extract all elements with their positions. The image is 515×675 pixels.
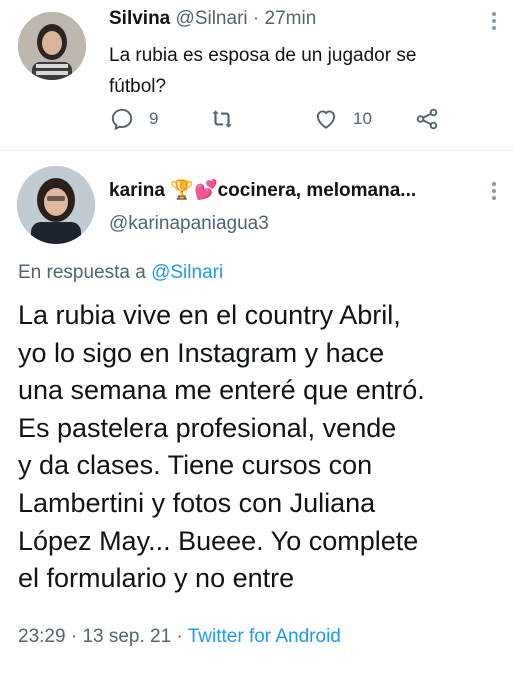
share-icon	[416, 108, 438, 130]
tweet-text-line: una semana me enteré que entró.	[18, 375, 425, 406]
trophy-icon: 🏆	[170, 180, 194, 201]
tweet-text-line: Lambertini y fotos con Juliana	[18, 487, 376, 518]
share-button[interactable]	[414, 106, 440, 132]
timestamp[interactable]: 27min	[265, 8, 317, 29]
more-options-icon[interactable]	[491, 12, 497, 30]
reply-prefix: En respuesta a	[18, 262, 146, 283]
display-name-bio[interactable]: cocinera, melomana...	[218, 180, 417, 201]
author-name[interactable]: Silvina	[109, 8, 170, 29]
tweet-original[interactable]: Silvina @Silnari · 27min La rubia es esp…	[0, 0, 515, 150]
author-handle[interactable]: @Silnari	[176, 8, 248, 29]
more-options-icon[interactable]	[491, 182, 497, 200]
tweet-text: La rubia es esposa de un jugador se fútb…	[109, 45, 417, 97]
author-handle[interactable]: @karinapaniagua3	[109, 213, 269, 235]
tweet-text-line: yo lo sigo en Instagram y hace	[18, 337, 385, 368]
avatar[interactable]	[18, 12, 86, 80]
tweet-text-line: el formulario y no entre	[18, 563, 295, 594]
tweet-text-line: La rubia vive en el country Abril,	[18, 300, 401, 330]
avatar-silvina-image	[18, 12, 86, 80]
like-button[interactable]: 10	[313, 106, 372, 132]
tweet1-header: Silvina @Silnari · 27min	[109, 8, 316, 30]
avatar[interactable]	[17, 166, 95, 244]
hearts-icon: 💕	[193, 180, 218, 201]
action-bar: 9 10	[109, 106, 469, 136]
like-count: 10	[353, 109, 372, 128]
author-name[interactable]: karina	[109, 180, 165, 201]
tweet-meta: 23:29 · 13 sep. 21 · Twitter for Android	[18, 626, 341, 647]
retweet-button[interactable]	[209, 106, 235, 132]
retweet-icon	[212, 110, 232, 128]
avatar-karina-image	[17, 166, 95, 244]
tweet-text-line: López May... Bueee. Yo complete	[18, 525, 419, 556]
separator: ·	[252, 8, 260, 29]
tweet-text-line: Es pastelera profesional, vende	[18, 412, 397, 443]
tweet-source[interactable]: Twitter for Android	[188, 626, 341, 647]
tweet2-header: karina 🏆💕cocinera, melomana...	[109, 178, 416, 202]
reply-count: 9	[149, 109, 159, 128]
tweet-date[interactable]: 13 sep. 21	[82, 626, 171, 647]
tweet-text-line: y da clases. Tiene cursos con	[18, 450, 373, 481]
divider	[0, 150, 515, 151]
reply-button[interactable]: 9	[109, 106, 158, 132]
heart-icon	[316, 110, 336, 129]
reply-context: En respuesta a @Silnari	[18, 262, 223, 284]
reply-icon	[111, 108, 133, 130]
tweet-text: La rubia vive en el country Abril, yo lo…	[18, 297, 508, 598]
reply-target-link[interactable]: @Silnari	[151, 262, 223, 283]
tweet-time[interactable]: 23:29	[18, 626, 66, 647]
